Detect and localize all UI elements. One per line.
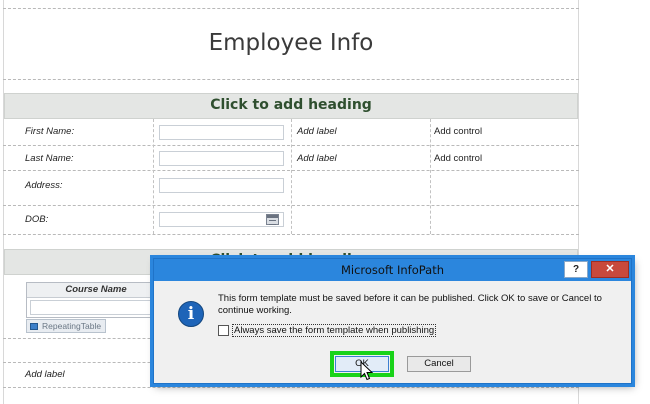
cancel-button[interactable]: Cancel [407,356,471,372]
add-label-link[interactable]: Add label [297,126,337,137]
repeating-table-tag-label: RepeatingTable [42,321,102,331]
add-label-link[interactable]: Add label [297,153,337,164]
add-control-link[interactable]: Add control [434,153,482,164]
dialog-body: i This form template must be saved befor… [154,281,631,383]
add-label-link[interactable]: Add label [25,369,65,380]
dob-label: DOB: [25,214,49,225]
always-save-checkbox[interactable] [218,325,229,336]
divider [3,79,579,80]
form-title[interactable]: Employee Info [3,30,579,56]
table-divider [153,119,154,234]
first-name-label: First Name: [25,126,75,137]
table-icon [30,323,38,330]
table-divider [3,234,579,235]
mouse-pointer-icon [360,361,374,381]
table-divider [291,119,292,234]
info-icon: i [178,301,204,327]
address-label: Address: [25,180,63,191]
last-name-field[interactable] [159,151,284,166]
always-save-label[interactable]: Always save the form template when publi… [231,324,437,337]
help-button[interactable]: ? [564,261,588,278]
course-name-header: Course Name [27,283,165,298]
repeating-table-tag[interactable]: RepeatingTable [26,319,107,333]
last-name-label: Last Name: [25,153,74,164]
add-control-link[interactable]: Add control [434,126,482,137]
calendar-icon[interactable] [266,214,279,225]
dialog-message: This form template must be saved before … [218,293,602,316]
close-button[interactable]: ✕ [591,261,629,278]
divider [3,387,579,388]
divider [3,8,579,9]
form-heading[interactable]: Click to add heading [4,97,578,113]
infopath-dialog: Microsoft InfoPath ? ✕ i This form templ… [153,258,632,384]
first-name-field[interactable] [159,125,284,140]
table-divider [430,119,431,234]
address-field[interactable] [159,178,284,193]
course-name-field[interactable] [30,300,163,315]
dialog-title: Microsoft InfoPath [340,263,445,277]
